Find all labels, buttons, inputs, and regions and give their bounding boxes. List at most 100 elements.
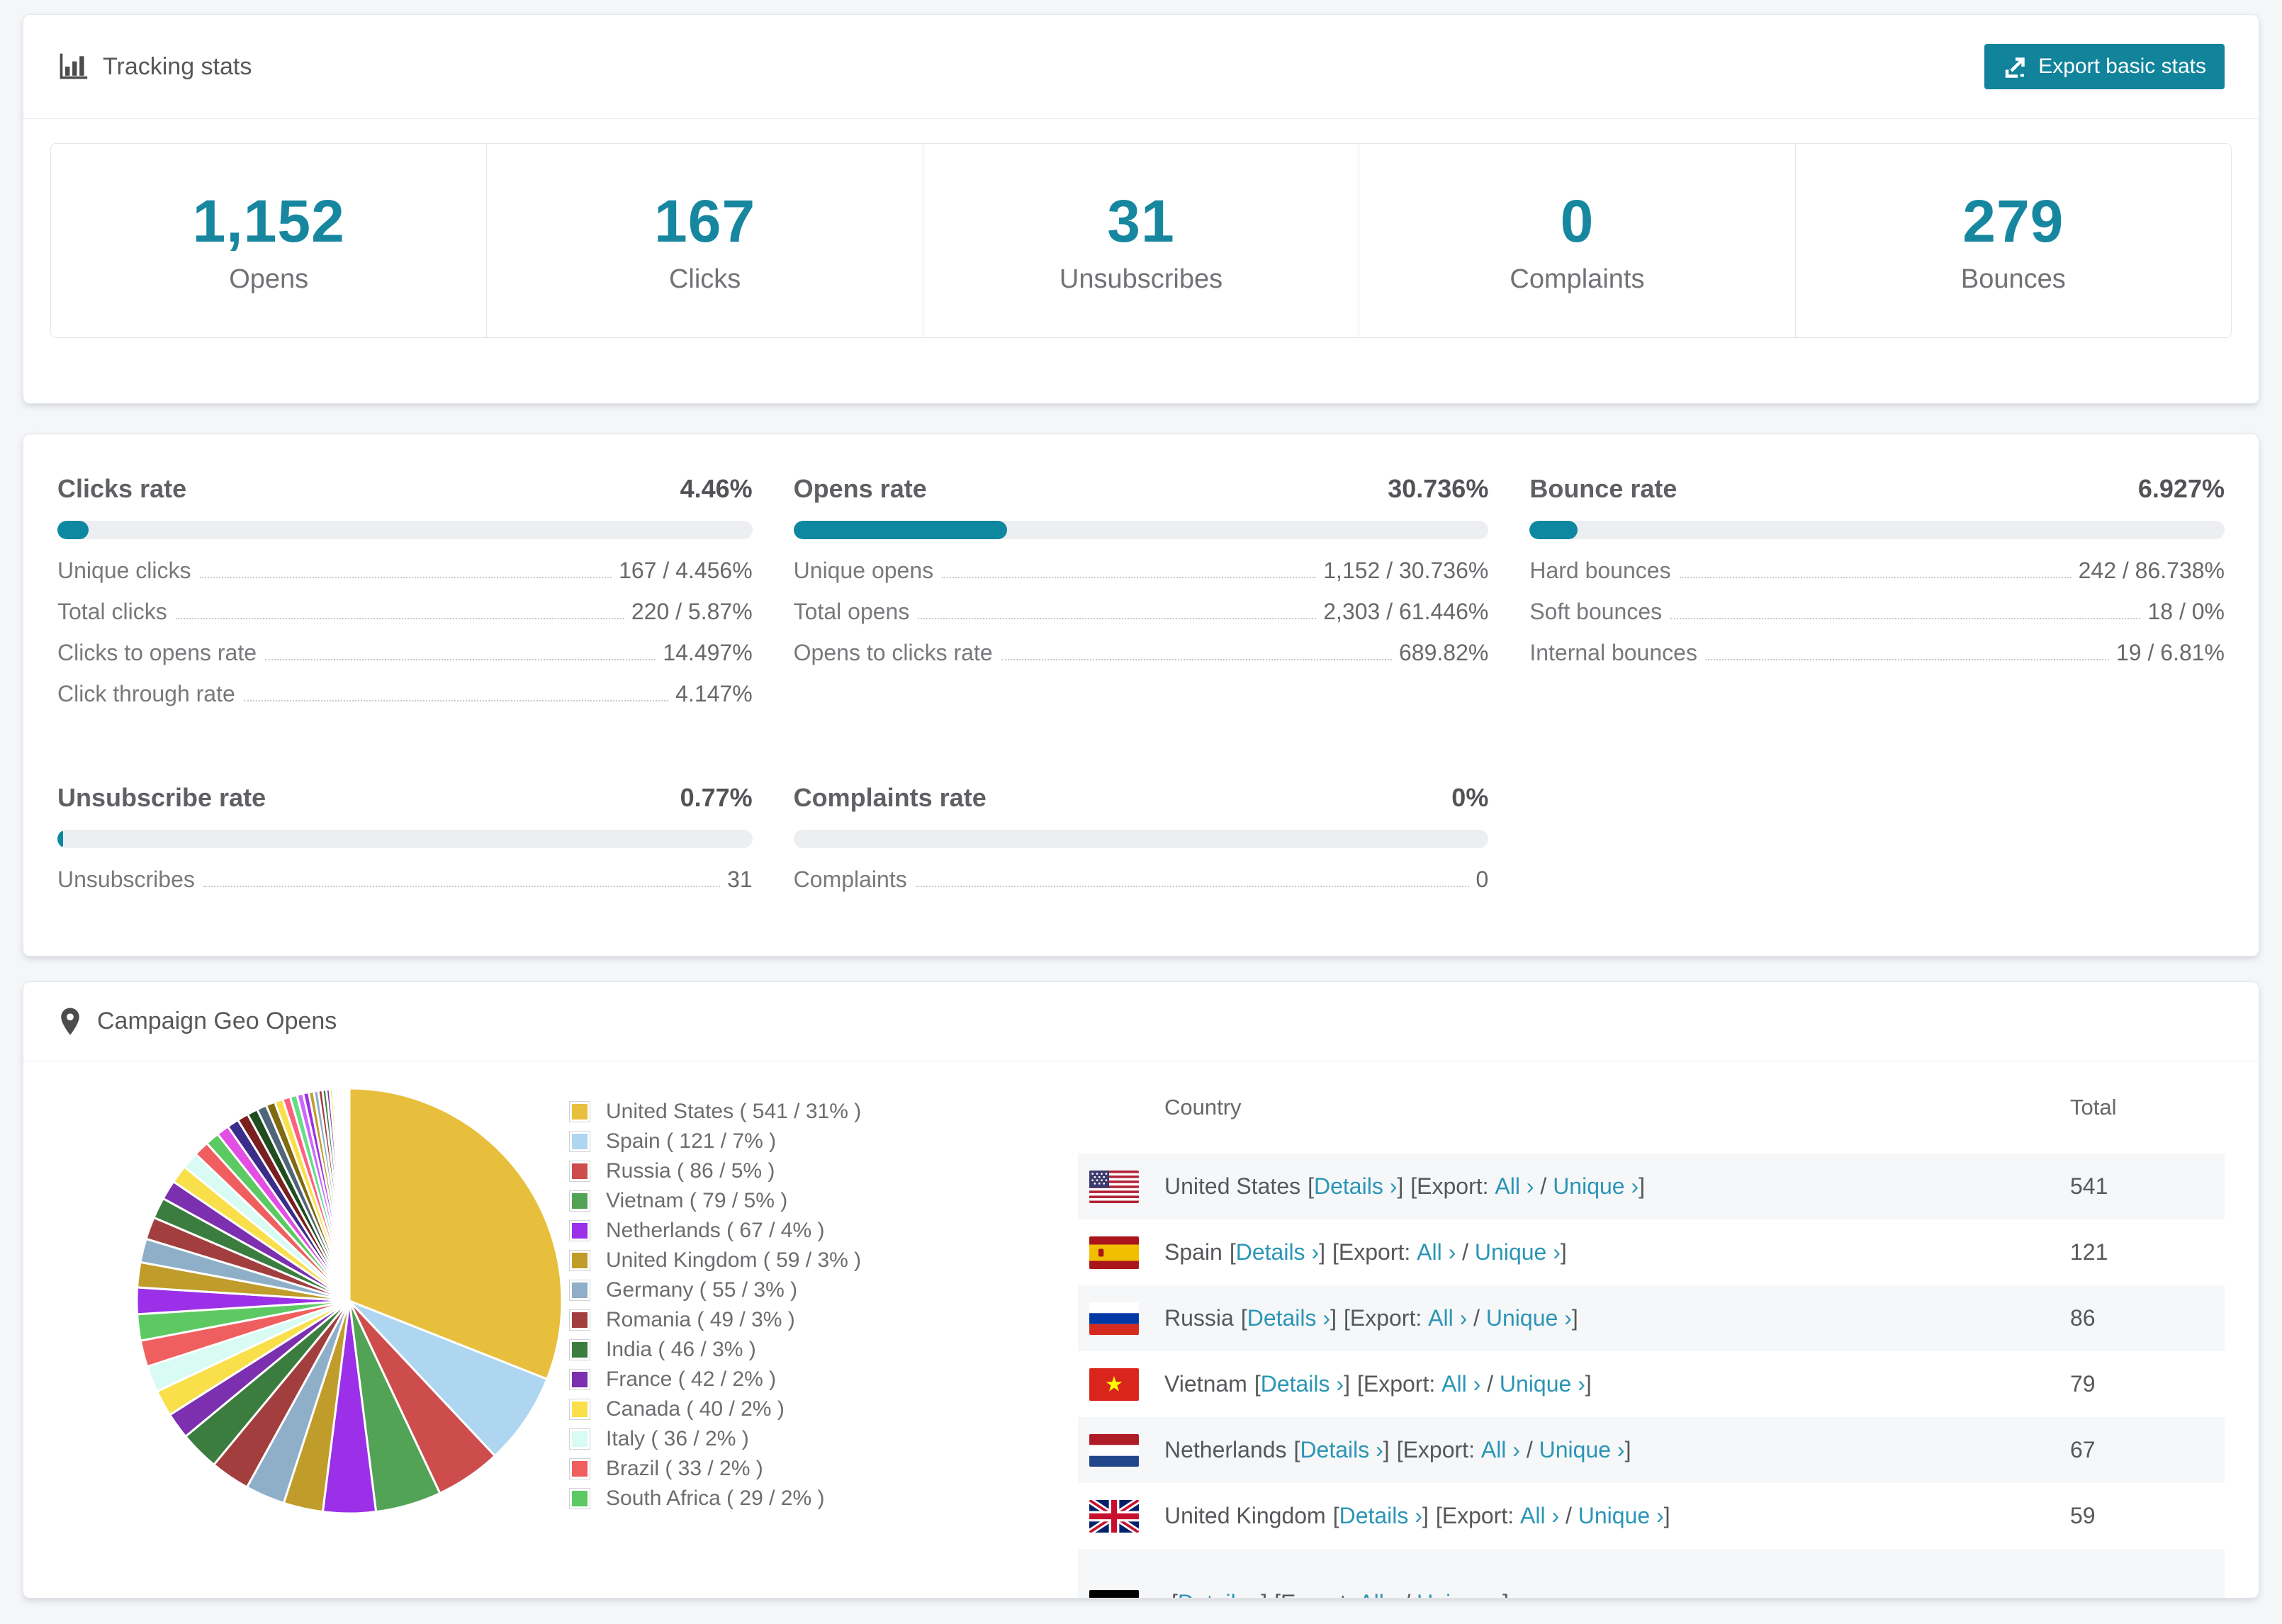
rate-detail-row: Opens to clicks rate 689.82% bbox=[794, 640, 1489, 681]
legend-item: Germany ( 55 / 3% ) bbox=[569, 1275, 938, 1305]
legend-color-swatch bbox=[569, 1220, 590, 1241]
dotted-leader bbox=[243, 700, 669, 701]
rate-value: 0% bbox=[1451, 783, 1489, 812]
legend-color-swatch bbox=[569, 1488, 590, 1509]
legend-item: Spain ( 121 / 7% ) bbox=[569, 1127, 938, 1156]
export-all-link[interactable]: All › bbox=[1495, 1173, 1534, 1199]
dotted-leader bbox=[1670, 618, 2141, 619]
rate-detail-label: Total opens bbox=[793, 599, 910, 624]
geo-table-row: [Details ›][Export: All › / Unique ›] bbox=[1078, 1549, 2225, 1598]
rate-value: 6.927% bbox=[2137, 474, 2225, 503]
stat-cell: 31 Unsubscribes bbox=[923, 144, 1360, 337]
progress-bar-fill bbox=[57, 521, 89, 539]
rate-detail-row: Internal bounces 19 / 6.81% bbox=[1529, 640, 2225, 681]
rate-detail-value: 4.147% bbox=[675, 681, 753, 706]
rate-detail-row: Total clicks 220 / 5.87% bbox=[57, 599, 753, 640]
legend-color-swatch bbox=[569, 1458, 590, 1479]
legend-item: South Africa ( 29 / 2% ) bbox=[569, 1484, 938, 1513]
stat-value: 31 bbox=[1107, 187, 1175, 254]
export-unique-link[interactable]: Unique › bbox=[1500, 1371, 1585, 1397]
export-icon bbox=[2003, 54, 2028, 79]
rate-block: Opens rate 30.736% Unique opens 1,152 / … bbox=[793, 474, 1489, 722]
details-link[interactable]: Details › bbox=[1314, 1173, 1397, 1199]
rate-detail-row: Clicks to opens rate 14.497% bbox=[57, 640, 753, 681]
geo-opens-header: Campaign Geo Opens bbox=[23, 982, 2259, 1061]
legend-label: Brazil ( 33 / 2% ) bbox=[606, 1457, 763, 1480]
dotted-leader bbox=[1705, 659, 2109, 660]
legend-color-swatch bbox=[569, 1309, 590, 1331]
legend-color-swatch bbox=[569, 1131, 590, 1152]
dotted-leader bbox=[175, 618, 624, 619]
legend-color-swatch bbox=[569, 1428, 590, 1450]
legend-label: United States ( 541 / 31% ) bbox=[606, 1100, 862, 1123]
rate-detail-row: Unique opens 1,152 / 30.736% bbox=[794, 558, 1489, 599]
geo-table-row: United Kingdom [Details ›] [Export: All › … bbox=[1078, 1483, 2225, 1549]
country-name: Russia bbox=[1164, 1305, 1234, 1331]
rate-value: 0.77% bbox=[680, 783, 753, 812]
progress-bar bbox=[793, 830, 1489, 848]
rate-title: Bounce rate bbox=[1529, 474, 1677, 503]
rate-detail-row: Total opens 2,303 / 61.446% bbox=[794, 599, 1489, 640]
country-flag-icon bbox=[1089, 1368, 1139, 1401]
stat-label: Clicks bbox=[668, 264, 741, 294]
legend-item: United Kingdom ( 59 / 3% ) bbox=[569, 1246, 938, 1275]
geo-pie-legend: United States ( 541 / 31% ) Spain ( 121 … bbox=[569, 1061, 938, 1513]
country-total: 59 bbox=[2070, 1503, 2096, 1528]
export-unique-link[interactable]: Unique › bbox=[1553, 1173, 1639, 1199]
legend-label: Canada ( 40 / 2% ) bbox=[606, 1397, 785, 1421]
export-all-link[interactable]: All › bbox=[1520, 1503, 1559, 1528]
export-all-link[interactable]: All › bbox=[1359, 1590, 1398, 1598]
legend-item: Russia ( 86 / 5% ) bbox=[569, 1156, 938, 1186]
details-link[interactable]: Details › bbox=[1339, 1503, 1422, 1528]
export-unique-link[interactable]: Unique › bbox=[1539, 1437, 1625, 1462]
dotted-leader bbox=[1679, 577, 2072, 578]
legend-item: Vietnam ( 79 / 5% ) bbox=[569, 1186, 938, 1216]
stat-cell: 279 Bounces bbox=[1796, 144, 2231, 337]
export-label: Export: bbox=[1417, 1173, 1489, 1199]
country-total: 121 bbox=[2070, 1239, 2108, 1265]
geo-table-row: Netherlands [Details ›] [Export: All › / U… bbox=[1078, 1417, 2225, 1483]
legend-color-swatch bbox=[569, 1399, 590, 1420]
bar-chart-icon bbox=[57, 51, 89, 82]
export-all-link[interactable]: All › bbox=[1417, 1239, 1456, 1265]
legend-color-swatch bbox=[569, 1280, 590, 1301]
rate-detail-value: 220 / 5.87% bbox=[631, 599, 753, 624]
export-all-link[interactable]: All › bbox=[1441, 1371, 1480, 1397]
legend-item: Brazil ( 33 / 2% ) bbox=[569, 1454, 938, 1484]
rate-detail-label: Unique clicks bbox=[57, 558, 191, 583]
stats-summary-box: 1,152 Opens 167 Clicks 31 Unsubscribes 0… bbox=[50, 143, 2232, 338]
rate-detail-row: Unsubscribes 31 bbox=[57, 867, 753, 908]
details-link[interactable]: Details › bbox=[1236, 1239, 1319, 1265]
rate-block: Complaints rate 0% Complaints 0 bbox=[793, 783, 1489, 908]
legend-label: South Africa ( 29 / 2% ) bbox=[606, 1487, 825, 1510]
legend-item: Netherlands ( 67 / 4% ) bbox=[569, 1216, 938, 1246]
export-unique-link[interactable]: Unique › bbox=[1486, 1305, 1572, 1331]
export-basic-stats-button[interactable]: Export basic stats bbox=[1984, 44, 2225, 89]
progress-bar bbox=[793, 521, 1489, 539]
legend-color-swatch bbox=[569, 1101, 590, 1122]
export-unique-link[interactable]: Unique › bbox=[1475, 1239, 1561, 1265]
rate-detail-label: Opens to clicks rate bbox=[793, 640, 993, 665]
stat-value: 279 bbox=[1962, 187, 2064, 254]
details-link[interactable]: Details › bbox=[1247, 1305, 1330, 1331]
rate-detail-label: Internal bounces bbox=[1529, 640, 1697, 665]
legend-label: United Kingdom ( 59 / 3% ) bbox=[606, 1248, 862, 1272]
stat-label: Complaints bbox=[1510, 264, 1645, 294]
export-unique-link[interactable]: Unique › bbox=[1578, 1503, 1664, 1528]
export-all-link[interactable]: All › bbox=[1481, 1437, 1520, 1462]
details-link[interactable]: Details › bbox=[1300, 1437, 1383, 1462]
legend-color-swatch bbox=[569, 1190, 590, 1212]
country-name: United States bbox=[1164, 1173, 1301, 1199]
progress-bar-fill bbox=[57, 830, 63, 848]
total-column-header: Total bbox=[2070, 1095, 2117, 1120]
export-unique-link[interactable]: Unique › bbox=[1417, 1590, 1502, 1598]
stat-cell: 167 Clicks bbox=[487, 144, 923, 337]
rate-detail-label: Hard bounces bbox=[1529, 558, 1671, 583]
details-link[interactable]: Details › bbox=[1178, 1590, 1261, 1598]
details-link[interactable]: Details › bbox=[1261, 1371, 1344, 1397]
country-name: Spain bbox=[1164, 1239, 1222, 1265]
stat-cell: 0 Complaints bbox=[1359, 144, 1796, 337]
export-all-link[interactable]: All › bbox=[1428, 1305, 1467, 1331]
legend-label: Netherlands ( 67 / 4% ) bbox=[606, 1219, 825, 1242]
geo-table-row: Vietnam [Details ›] [Export: All › / Uniqu… bbox=[1078, 1351, 2225, 1417]
